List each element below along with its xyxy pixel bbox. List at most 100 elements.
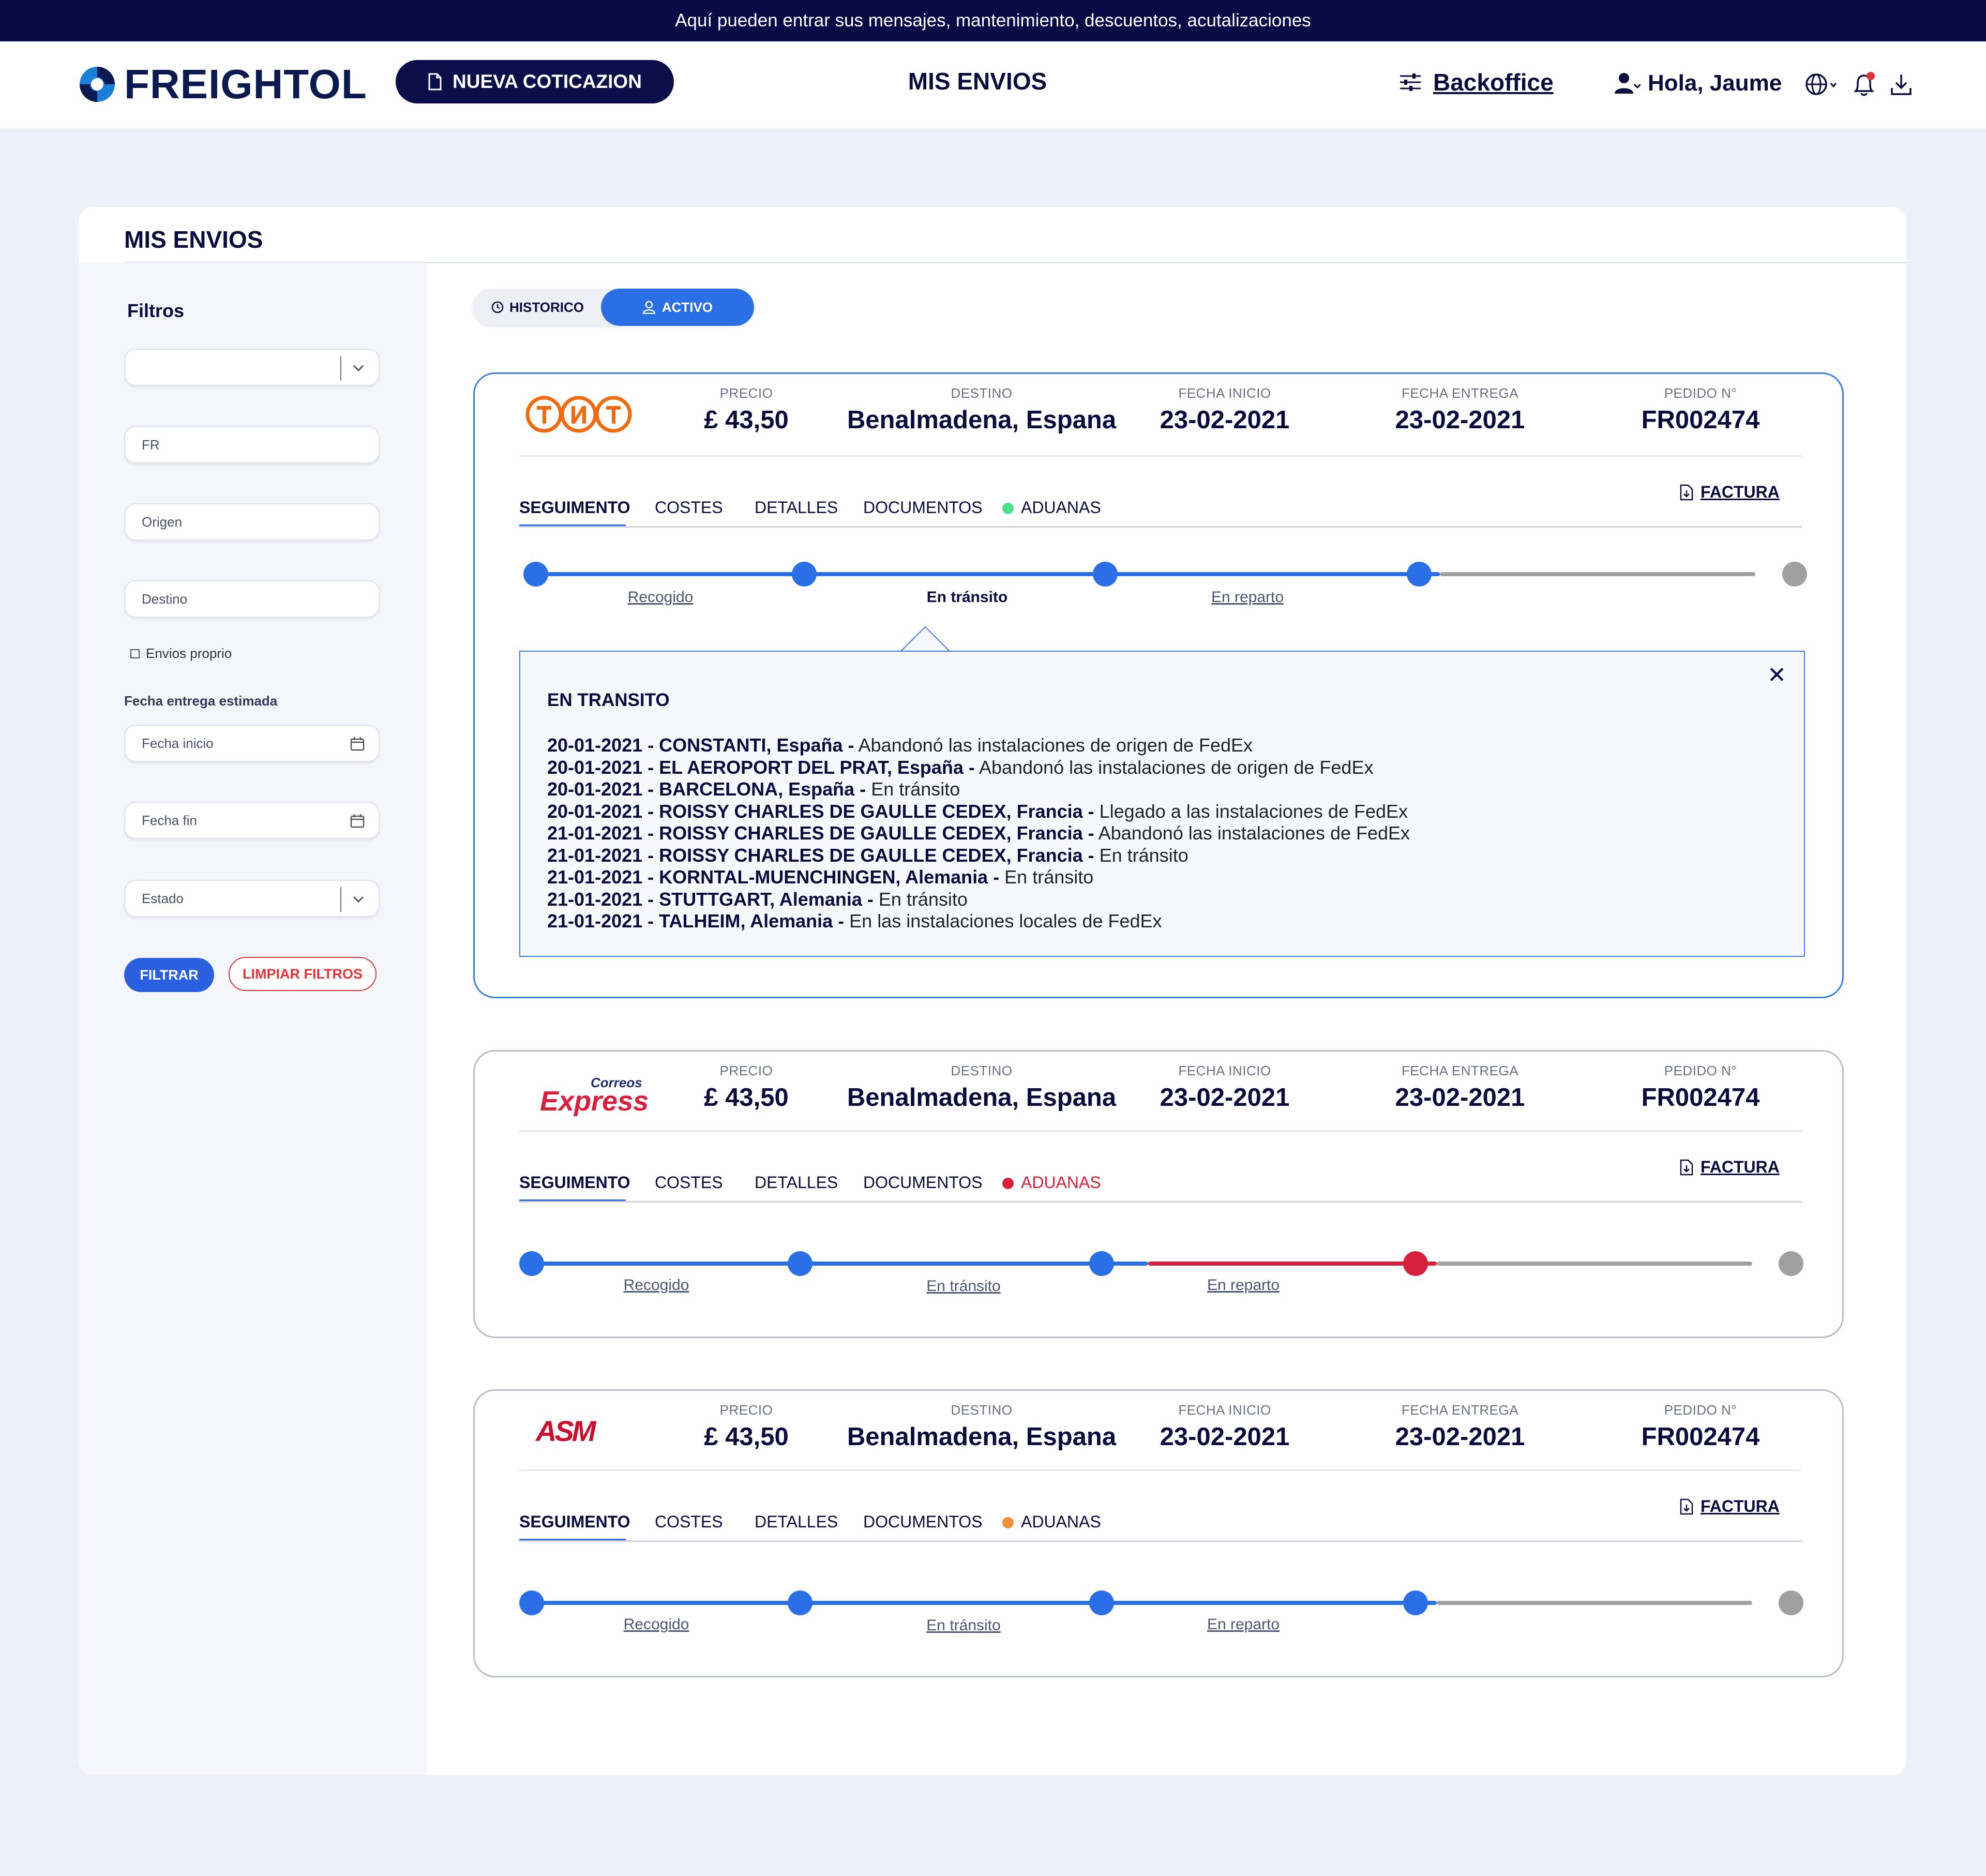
- invoice-link[interactable]: FACTURA: [1680, 483, 1780, 502]
- tabs-baseline: [519, 1540, 1802, 1542]
- date-start-input[interactable]: Fecha inicio: [124, 725, 380, 762]
- tab-seguimiento[interactable]: SEGUIMENTO: [519, 498, 630, 517]
- stage-dot[interactable]: [1093, 562, 1118, 587]
- stage-dot[interactable]: [1779, 1590, 1803, 1615]
- stage-label-recogido[interactable]: Recogido: [624, 1616, 689, 1633]
- history-icon: [491, 301, 504, 313]
- tab-detalles[interactable]: DETALLES: [755, 1512, 838, 1532]
- tabs-baseline: [519, 1201, 1802, 1203]
- stage-label-recogido[interactable]: Recogido: [628, 589, 694, 606]
- calendar-icon[interactable]: [350, 813, 365, 829]
- new-quote-label: NUEVA COTICAZION: [453, 71, 642, 92]
- start-date-value: 23-02-2021: [1160, 1084, 1290, 1112]
- stage-dot[interactable]: [519, 1590, 544, 1615]
- start-date-value: 23-02-2021: [1160, 406, 1290, 434]
- tab-detalles[interactable]: DETALLES: [755, 1173, 838, 1192]
- transit-event-location: 21-01-2021 - ROISSY CHARLES DE GAULLE CE…: [547, 844, 1094, 866]
- chevron-down-icon: [353, 365, 364, 372]
- stage-dot[interactable]: [1089, 1251, 1114, 1276]
- tab-documentos[interactable]: DOCUMENTOS: [863, 498, 983, 517]
- main-panel: MIS ENVIOS Filtros FR Origen Destino Env…: [79, 207, 1906, 1775]
- tab-aduanas[interactable]: ADUANAS: [1002, 1512, 1101, 1532]
- start-date-col: FECHA INICIO 23-02-2021: [1147, 1063, 1302, 1112]
- top-bar: FREIGHTOL NUEVA COTICAZION MIS ENVIOS Ba…: [0, 41, 1986, 128]
- new-quote-button[interactable]: NUEVA COTICAZION: [396, 60, 674, 103]
- globe-icon[interactable]: [1805, 72, 1838, 97]
- stage-label-reparto[interactable]: En reparto: [1211, 589, 1284, 606]
- filters-sidebar: Filtros FR Origen Destino Envios proprio…: [79, 263, 427, 1775]
- order-label: PEDIDO N°: [1664, 1063, 1737, 1078]
- header-divider: [519, 1469, 1802, 1471]
- tab-costes[interactable]: COSTES: [655, 498, 723, 517]
- filter-button[interactable]: FILTRAR: [124, 958, 214, 992]
- stage-label-reparto[interactable]: En reparto: [1207, 1277, 1280, 1294]
- download-icon[interactable]: [1890, 72, 1913, 96]
- clear-filters-button[interactable]: LIMPIAR FILTROS: [229, 957, 377, 991]
- stage-dot[interactable]: [788, 1251, 813, 1276]
- checkbox-box[interactable]: [130, 649, 140, 658]
- start-date-col: FECHA INICIO 23-02-2021: [1147, 1402, 1302, 1451]
- tab-costes[interactable]: COSTES: [655, 1512, 723, 1532]
- shipment-card[interactable]: PRECIO £ 43,50 DESTINO Benalmadena, Espa…: [473, 372, 1844, 998]
- transit-event-row: 21-01-2021 - ROISSY CHARLES DE GAULLE CE…: [547, 822, 1410, 845]
- stage-dot[interactable]: [1407, 562, 1432, 587]
- customs-status-dot: [1002, 1517, 1014, 1528]
- tab-detalles[interactable]: DETALLES: [755, 498, 838, 517]
- stage-label-recogido[interactable]: Recogido: [624, 1277, 689, 1294]
- delivery-date-value: 23-02-2021: [1395, 1084, 1525, 1112]
- stage-dot[interactable]: [1779, 1251, 1803, 1276]
- backoffice-link[interactable]: Backoffice: [1399, 68, 1554, 96]
- shipment-card[interactable]: Correos Express PRECIO £ 43,50 DESTINO B…: [473, 1050, 1844, 1338]
- tab-aduanas[interactable]: ADUANAS: [1002, 1173, 1101, 1192]
- bell-icon[interactable]: [1852, 71, 1876, 97]
- stage-label-transito[interactable]: En tránsito: [926, 1278, 1000, 1295]
- select-divider: [340, 887, 341, 912]
- order-col: PEDIDO N° FR002474: [1623, 1402, 1778, 1451]
- origin-placeholder: Origen: [142, 514, 183, 530]
- fr-input[interactable]: FR: [124, 426, 380, 463]
- origin-input[interactable]: Origen: [124, 503, 380, 541]
- document-icon: [428, 73, 442, 91]
- state-select[interactable]: Estado: [124, 880, 380, 917]
- invoice-link[interactable]: FACTURA: [1680, 1497, 1780, 1516]
- transit-event-row: 20-01-2021 - ROISSY CHARLES DE GAULLE CE…: [547, 801, 1410, 823]
- stage-dot[interactable]: [792, 562, 817, 587]
- tab-documentos[interactable]: DOCUMENTOS: [863, 1173, 983, 1192]
- stage-dot[interactable]: [1089, 1590, 1114, 1615]
- stage-dot[interactable]: [1782, 562, 1807, 587]
- stage-dot[interactable]: [1403, 1251, 1428, 1276]
- shipment-card[interactable]: ASM PRECIO £ 43,50 DESTINO Benalmadena, …: [473, 1389, 1844, 1677]
- tab-documentos[interactable]: DOCUMENTOS: [863, 1512, 983, 1532]
- price-label: PRECIO: [719, 1063, 773, 1078]
- calendar-icon[interactable]: [350, 736, 365, 752]
- tab-seguimiento[interactable]: SEGUIMENTO: [519, 1512, 630, 1532]
- stage-label-transito[interactable]: En tránsito: [926, 1617, 1000, 1634]
- destination-label: DESTINO: [951, 1402, 1013, 1418]
- date-end-input[interactable]: Fecha fin: [124, 802, 380, 839]
- transit-event-row: 21-01-2021 - STUTTGART, Alemania - En tr…: [547, 889, 1410, 911]
- historic-toggle[interactable]: HISTORICO: [473, 289, 602, 326]
- stage-dot[interactable]: [788, 1590, 813, 1615]
- close-icon[interactable]: ✕: [1767, 662, 1786, 688]
- tab-seguimiento[interactable]: SEGUIMENTO: [519, 1173, 630, 1192]
- transit-event-text: En tránsito: [1094, 844, 1188, 866]
- stage-label-reparto[interactable]: En reparto: [1207, 1616, 1280, 1633]
- tab-aduanas[interactable]: ADUANAS: [1002, 498, 1101, 517]
- user-menu[interactable]: Hola, Jaume: [1614, 70, 1782, 96]
- stage-dot[interactable]: [1403, 1590, 1428, 1615]
- invoice-link[interactable]: FACTURA: [1680, 1158, 1780, 1177]
- active-toggle[interactable]: ACTIVO: [601, 289, 754, 326]
- transit-event-text: En tránsito: [873, 888, 968, 910]
- transit-event-row: 21-01-2021 - ROISSY CHARLES DE GAULLE CE…: [547, 845, 1410, 867]
- stage-label-transito[interactable]: En tránsito: [927, 589, 1008, 606]
- freightol-logo[interactable]: FREIGHTOL: [78, 61, 367, 108]
- own-shipments-checkbox[interactable]: Envios proprio: [130, 646, 232, 662]
- tab-costes[interactable]: COSTES: [655, 1173, 723, 1192]
- progress-track-issue: [1148, 1262, 1437, 1266]
- filter-select[interactable]: [124, 349, 380, 386]
- stage-dot[interactable]: [519, 1251, 544, 1276]
- destination-input[interactable]: Destino: [124, 580, 380, 618]
- stage-dot[interactable]: [523, 562, 548, 587]
- progress-track-pending: [1437, 1601, 1752, 1605]
- invoice-label: FACTURA: [1701, 1497, 1780, 1515]
